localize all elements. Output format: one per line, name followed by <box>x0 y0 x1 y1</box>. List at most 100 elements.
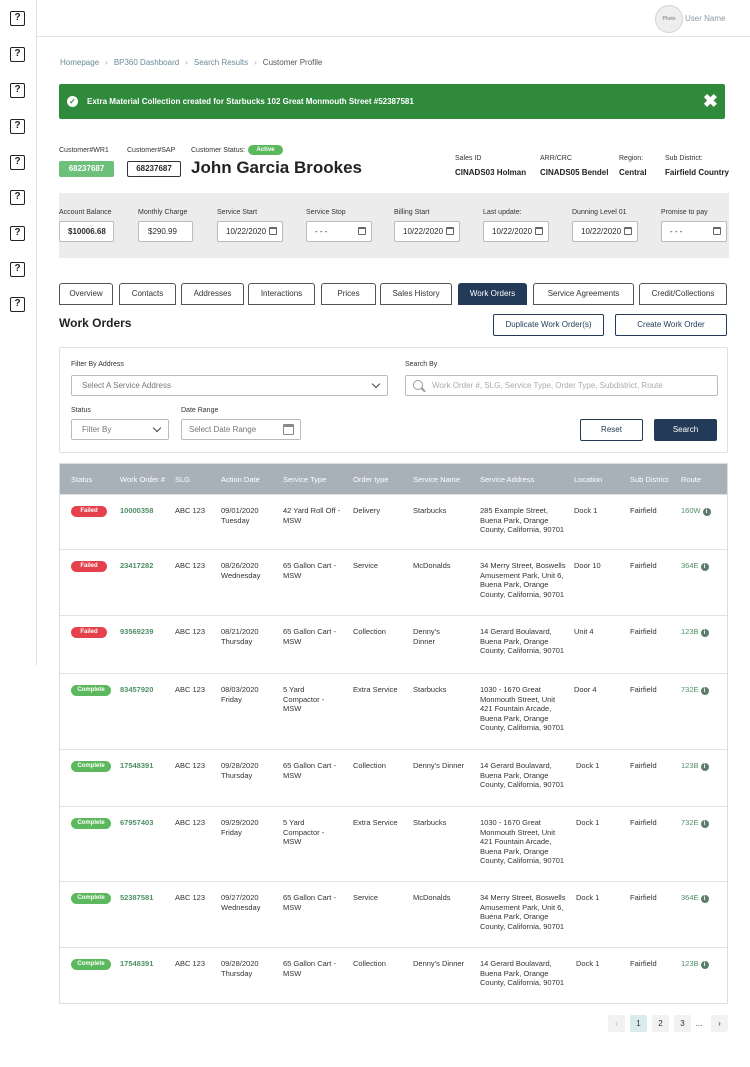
page-1-button[interactable]: 1 <box>630 1015 647 1032</box>
calendar-icon[interactable] <box>358 227 366 235</box>
info-icon[interactable]: i <box>700 895 709 903</box>
avatar[interactable]: Photo <box>655 5 683 33</box>
col-sub-district[interactable]: Sub District <box>630 475 668 484</box>
calendar-icon[interactable] <box>624 227 632 235</box>
breadcrumb-homepage[interactable]: Homepage <box>60 58 99 67</box>
service-start-field[interactable]: 10/22/2020 <box>217 221 283 242</box>
calendar-icon[interactable] <box>283 424 294 435</box>
col-location[interactable]: Location <box>574 475 602 484</box>
help-icon[interactable]: ? <box>10 297 25 312</box>
tab-service-agreements[interactable]: Service Agreements <box>533 283 634 305</box>
tab-work-orders[interactable]: Work Orders <box>458 283 527 305</box>
help-icon[interactable]: ? <box>10 47 25 62</box>
tab-overview[interactable]: Overview <box>59 283 113 305</box>
duplicate-work-order-button[interactable]: Duplicate Work Order(s) <box>493 314 604 336</box>
col-work-order[interactable]: Work Order # <box>120 475 165 484</box>
help-icon[interactable]: ? <box>10 155 25 170</box>
route-value[interactable]: 160W <box>681 506 701 515</box>
reset-button[interactable]: Reset <box>580 419 643 441</box>
help-icon[interactable]: ? <box>10 119 25 134</box>
service-stop-field[interactable]: - - - <box>306 221 372 242</box>
search-input[interactable]: Work Order #, SLG, Service Type, Order T… <box>405 375 718 396</box>
work-order-link[interactable]: 17548391 <box>120 959 153 969</box>
close-icon[interactable]: ✖ <box>703 91 718 111</box>
info-icon[interactable]: i <box>702 508 711 516</box>
table-row[interactable]: Complete 17548391 ABC 123 09/28/2020 Thur… <box>60 749 727 806</box>
tab-contacts[interactable]: Contacts <box>119 283 176 305</box>
last-update-field[interactable]: 10/22/2020 <box>483 221 549 242</box>
work-order-link[interactable]: 52387581 <box>120 893 153 903</box>
table-row[interactable]: Complete 17548391 ABC 123 09/28/2020 Thur… <box>60 947 727 1003</box>
prev-page-button[interactable]: ‹ <box>608 1015 625 1032</box>
col-order-type[interactable]: Order type <box>353 475 388 484</box>
route-cell[interactable]: 732E i <box>681 818 709 828</box>
create-work-order-button[interactable]: Create Work Order <box>615 314 727 336</box>
work-order-link[interactable]: 67957403 <box>120 818 153 828</box>
address-select[interactable]: Select A Service Address <box>71 375 388 396</box>
date-range-input[interactable]: Select Date Range <box>181 419 301 440</box>
route-value[interactable]: 364E <box>681 561 699 570</box>
info-icon[interactable]: i <box>700 563 709 571</box>
route-cell[interactable]: 732E i <box>681 685 709 695</box>
table-row[interactable]: Failed 93569239 ABC 123 08/21/2020 Thursd… <box>60 615 727 673</box>
route-value[interactable]: 123B <box>681 959 699 968</box>
billing-start-field[interactable]: 10/22/2020 <box>394 221 460 242</box>
work-order-link[interactable]: 10000358 <box>120 506 153 516</box>
tab-interactions[interactable]: Interactions <box>248 283 315 305</box>
route-value[interactable]: 123B <box>681 627 699 636</box>
help-icon[interactable]: ? <box>10 11 25 26</box>
calendar-icon[interactable] <box>446 227 454 235</box>
dunning-level-field[interactable]: 10/22/2020 <box>572 221 638 242</box>
col-service-name[interactable]: Service Name <box>413 475 460 484</box>
table-row[interactable]: Complete 67957403 ABC 123 09/29/2020 Frid… <box>60 806 727 881</box>
col-service-type[interactable]: Service Type <box>283 475 326 484</box>
breadcrumb-dashboard[interactable]: BP360 Dashboard <box>114 58 179 67</box>
route-cell[interactable]: 364E i <box>681 561 709 571</box>
help-icon[interactable]: ? <box>10 83 25 98</box>
tab-credit-collections[interactable]: Credit/Collections <box>639 283 727 305</box>
help-icon[interactable]: ? <box>10 262 25 277</box>
route-cell[interactable]: 123B i <box>681 761 709 771</box>
table-row[interactable]: Complete 83457920 ABC 123 08/03/2020 Frid… <box>60 673 727 749</box>
route-cell[interactable]: 160W i <box>681 506 711 516</box>
route-value[interactable]: 123B <box>681 761 699 770</box>
tab-sales-history[interactable]: Sales History <box>380 283 452 305</box>
col-slg[interactable]: SLG <box>175 475 190 484</box>
work-order-link[interactable]: 23417282 <box>120 561 153 571</box>
info-icon[interactable]: i <box>700 763 709 771</box>
table-row[interactable]: Failed 10000358 ABC 123 09/01/2020 Tuesda… <box>60 494 727 549</box>
col-route[interactable]: Route <box>681 475 701 484</box>
calendar-icon[interactable] <box>535 227 543 235</box>
route-cell[interactable]: 123B i <box>681 959 709 969</box>
col-status[interactable]: Status <box>71 475 92 484</box>
page-2-button[interactable]: 2 <box>652 1015 669 1032</box>
work-order-link[interactable]: 17548391 <box>120 761 153 771</box>
work-order-link[interactable]: 83457920 <box>120 685 153 695</box>
info-icon[interactable]: i <box>700 820 709 828</box>
status-select[interactable]: Filter By <box>71 419 169 440</box>
info-icon[interactable]: i <box>700 629 709 637</box>
promise-to-pay-field[interactable]: - - - <box>661 221 727 242</box>
tab-prices[interactable]: Prices <box>321 283 376 305</box>
table-row[interactable]: Complete 52387581 ABC 123 09/27/2020 Wedn… <box>60 881 727 947</box>
help-icon[interactable]: ? <box>10 190 25 205</box>
route-value[interactable]: 732E <box>681 818 699 827</box>
breadcrumb-search-results[interactable]: Search Results <box>194 58 248 67</box>
route-value[interactable]: 364E <box>681 893 699 902</box>
next-page-button[interactable]: › <box>711 1015 728 1032</box>
user-name[interactable]: User Name <box>685 14 725 23</box>
work-order-link[interactable]: 93569239 <box>120 627 153 637</box>
search-button[interactable]: Search <box>654 419 717 441</box>
col-action-date[interactable]: Action Date <box>221 475 260 484</box>
help-icon[interactable]: ? <box>10 226 25 241</box>
info-icon[interactable]: i <box>700 961 709 969</box>
route-value[interactable]: 732E <box>681 685 699 694</box>
page-3-button[interactable]: 3 <box>674 1015 691 1032</box>
table-row[interactable]: Failed 23417282 ABC 123 08/26/2020 Wednes… <box>60 549 727 615</box>
col-service-address[interactable]: Service Address <box>480 475 534 484</box>
tab-addresses[interactable]: Addresses <box>181 283 244 305</box>
info-icon[interactable]: i <box>700 687 709 695</box>
route-cell[interactable]: 123B i <box>681 627 709 637</box>
route-cell[interactable]: 364E i <box>681 893 709 903</box>
calendar-icon[interactable] <box>713 227 721 235</box>
